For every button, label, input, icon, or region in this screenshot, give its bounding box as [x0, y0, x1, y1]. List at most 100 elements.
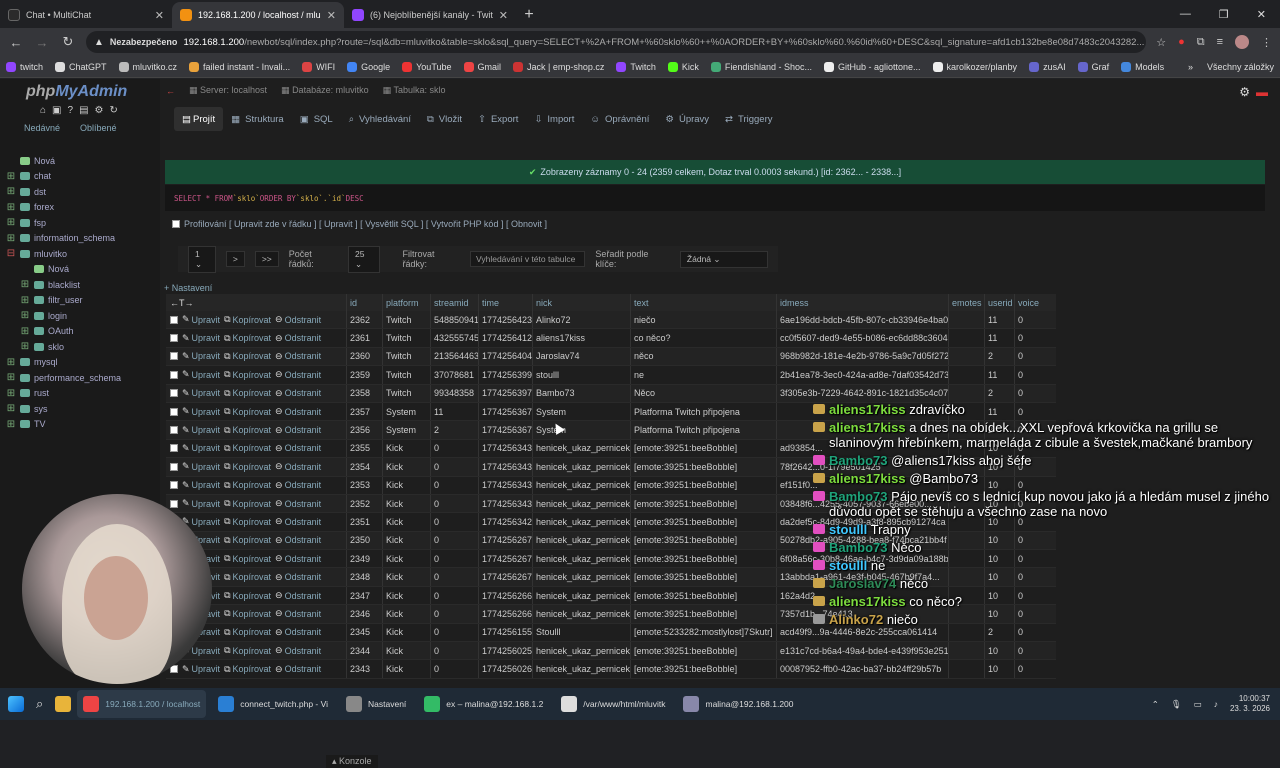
cell-userid[interactable]: 2 — [984, 384, 1014, 402]
taskbar-item[interactable]: ex – malina@192.168.1.2 — [418, 690, 549, 718]
tree-item-tv[interactable]: ⊞ TV — [6, 417, 121, 433]
delete-button[interactable]: ⊖ Odstranit — [275, 406, 321, 417]
docs-icon[interactable]: ▤ — [79, 105, 88, 116]
chevron-up-icon[interactable]: ⌃ — [1152, 699, 1159, 710]
expand-icon[interactable]: ⊞ — [6, 403, 16, 414]
new-tab-button[interactable]: + — [516, 2, 542, 28]
cell-id[interactable]: 2345 — [346, 623, 382, 642]
cell-nick[interactable]: Alinko72 — [532, 311, 630, 329]
copy-button[interactable]: ⧉ Kopírovat — [224, 314, 271, 325]
help-icon[interactable]: ? — [68, 105, 74, 116]
copy-button[interactable]: ⧉ Kopírovat — [224, 608, 271, 619]
cell-voice[interactable]: 0 — [1014, 329, 1042, 347]
row-checkbox[interactable] — [170, 407, 178, 416]
delete-button[interactable]: ⊖ Odstranit — [275, 553, 321, 564]
cell-voice[interactable]: 0 — [1014, 311, 1042, 329]
cell-text[interactable]: [emote:39251:beeBobble] — [630, 476, 776, 494]
collapse-icon[interactable]: ⊟ — [6, 248, 16, 259]
file-explorer-icon[interactable] — [55, 696, 72, 712]
microphone-icon[interactable]: 🎙 — [1171, 699, 1182, 710]
tree-item-oauth[interactable]: ⊞ OAuth — [6, 324, 121, 340]
delete-button[interactable]: ⊖ Odstranit — [275, 314, 321, 325]
bookmark-item[interactable]: Jack | emp-shop.cz — [513, 61, 604, 72]
cell-idmess[interactable]: 6ae196dd-bdcb-45fb-807c-cb33946e4ba0 — [776, 311, 948, 329]
cell-id[interactable]: 2358 — [346, 384, 382, 402]
delete-button[interactable]: ⊖ Odstranit — [275, 333, 321, 344]
taskbar-item[interactable]: connect_twitch.php - Vi — [212, 690, 334, 718]
cell-idmess[interactable]: e131c7cd-b6a4-49a4-bde4-e439f953e251 — [776, 642, 948, 660]
profile-avatar[interactable] — [1235, 35, 1249, 49]
maximize-icon[interactable]: ❐ — [1219, 8, 1229, 21]
edit-button[interactable]: ✎Upravit — [182, 406, 220, 417]
cell-time[interactable]: 1774256343 — [478, 494, 532, 513]
cell-nick[interactable]: henicek_ukaz_pernicek — [532, 513, 630, 531]
row-checkbox[interactable] — [170, 370, 178, 379]
cell-platform[interactable]: Kick — [382, 531, 430, 550]
cell-id[interactable]: 2361 — [346, 329, 382, 347]
collapse-icon[interactable]: ← — [166, 86, 175, 96]
tab-5[interactable]: ⇧ Export — [470, 107, 526, 131]
edit-button[interactable]: ✎Upravit — [182, 314, 220, 325]
phpmyadmin-logo[interactable]: phpMyAdmin — [26, 83, 127, 101]
expand-icon[interactable]: ⊞ — [6, 419, 16, 430]
back-icon[interactable]: ← — [8, 35, 24, 50]
home-icon[interactable]: ⌂ — [40, 105, 46, 116]
tab-3[interactable]: ⌕ Vyhledávání — [341, 107, 419, 131]
cell-voice[interactable]: 0 — [1014, 347, 1042, 366]
cell-streamid[interactable]: 0 — [430, 550, 478, 568]
cell-id[interactable]: 2343 — [346, 660, 382, 678]
delete-button[interactable]: ⊖ Odstranit — [275, 480, 321, 491]
cell-text[interactable]: Platforma Twitch připojena — [630, 421, 776, 439]
cell-id[interactable]: 2362 — [346, 311, 382, 329]
sort-select[interactable]: Žádná ⌄ — [679, 250, 768, 268]
delete-button[interactable]: ⊖ Odstranit — [275, 608, 321, 619]
cell-id[interactable]: 2351 — [346, 513, 382, 531]
cell-id[interactable]: 2360 — [346, 347, 382, 366]
cell-streamid[interactable]: 213564463 — [430, 347, 478, 366]
expand-icon[interactable]: ⊞ — [6, 388, 16, 399]
cell-idmess[interactable]: 968b982d-181e-4e2b-9786-5a9c7d05f272 — [776, 347, 948, 366]
tree-item-information_schema[interactable]: ⊞ information_schema — [6, 231, 121, 247]
row-checkbox[interactable] — [170, 444, 178, 453]
copy-button[interactable]: ⧉ Kopírovat — [224, 333, 271, 344]
clock[interactable]: 10:00:37 23. 3. 2026 — [1230, 694, 1270, 714]
cell-voice[interactable]: 0 — [1014, 366, 1042, 384]
delete-button[interactable]: ⊖ Odstranit — [275, 461, 321, 472]
cell-emotes[interactable] — [948, 642, 984, 660]
tree-item-nová[interactable]: Nová — [6, 153, 121, 169]
cell-time[interactable]: 1774256412 — [478, 329, 532, 347]
copy-button[interactable]: ⧉ Kopírovat — [224, 627, 271, 638]
expand-icon[interactable]: ⊞ — [6, 372, 16, 383]
expand-icon[interactable]: ⊞ — [6, 217, 16, 228]
delete-button[interactable]: ⊖ Odstranit — [275, 498, 321, 509]
cell-text[interactable]: Něco — [630, 384, 776, 402]
cell-text[interactable]: [emote:39251:beeBobble] — [630, 642, 776, 660]
bookmark-item[interactable]: failed instant - Invali... — [189, 61, 290, 72]
copy-button[interactable]: ⧉ Kopírovat — [224, 369, 271, 380]
tree-item-performance_schema[interactable]: ⊞ performance_schema — [6, 370, 121, 386]
cell-time[interactable]: 1774256397 — [478, 384, 532, 402]
cell-time[interactable]: 1774256025 — [478, 642, 532, 660]
resize-handle[interactable]: ←T→ — [166, 294, 346, 311]
cell-id[interactable]: 2346 — [346, 605, 382, 623]
cell-text[interactable]: [emote:39251:beeBobble] — [630, 513, 776, 531]
cell-nick[interactable]: henicek_ukaz_pernicek — [532, 458, 630, 476]
extension-red-icon[interactable]: ● — [1178, 36, 1185, 48]
delete-button[interactable]: ⊖ Odstranit — [275, 351, 321, 362]
delete-button[interactable]: ⊖ Odstranit — [275, 590, 321, 601]
close-panel-icon[interactable]: ▬ — [1256, 85, 1268, 99]
edit-button[interactable]: ✎Upravit — [182, 443, 220, 454]
copy-button[interactable]: ⧉ Kopírovat — [224, 351, 271, 362]
forward-icon[interactable]: → — [34, 35, 50, 50]
cell-streamid[interactable]: 2 — [430, 421, 478, 439]
copy-button[interactable]: ⧉ Kopírovat — [224, 406, 271, 417]
cell-streamid[interactable]: 11 — [430, 402, 478, 421]
cell-streamid[interactable]: 0 — [430, 439, 478, 458]
breadcrumb-table[interactable]: ▦ Tabulka: sklo — [383, 85, 446, 96]
taskbar-item[interactable]: Nastavení — [340, 690, 412, 718]
tree-item-blacklist[interactable]: ⊞ blacklist — [6, 277, 121, 293]
cell-id[interactable]: 2347 — [346, 586, 382, 605]
column-header-emotes[interactable]: emotes — [948, 294, 984, 311]
tab-phpmyadmin[interactable]: 192.168.1.200 / localhost / mlu ✕ — [172, 2, 344, 28]
cell-time[interactable]: 1774256343 — [478, 458, 532, 476]
